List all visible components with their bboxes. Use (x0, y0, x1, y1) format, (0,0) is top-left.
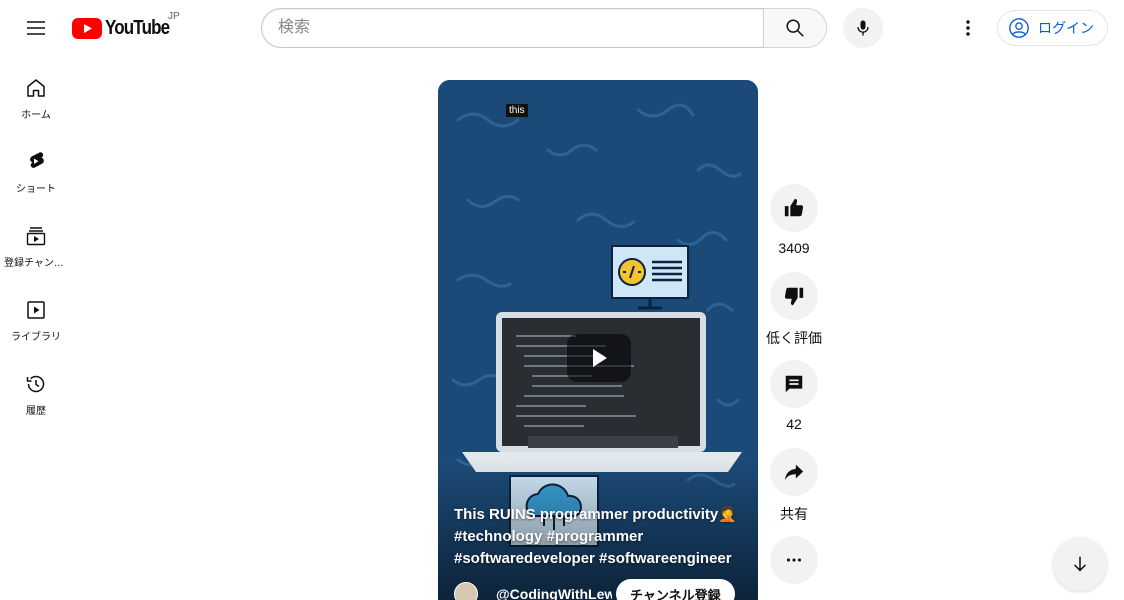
shorts-player[interactable]: this This RUINS programmer productivity🤦… (438, 80, 758, 600)
sidebar-item-label: 登録チャンネル (4, 258, 68, 269)
share-icon (784, 464, 804, 481)
share-label: 共有 (780, 506, 808, 522)
search-box (261, 8, 827, 48)
like-button[interactable] (770, 184, 818, 232)
sidebar-item-label: ショート (16, 184, 56, 195)
shorts-icon (30, 152, 44, 168)
share-button[interactable] (770, 448, 818, 496)
comment-count: 42 (786, 416, 802, 432)
login-button[interactable]: ログイン (997, 10, 1108, 46)
more-horizontal-icon (786, 558, 802, 562)
thumbs-down-icon (784, 287, 804, 306)
dislike-button[interactable] (770, 272, 818, 320)
video-title: This RUINS programmer productivity🤦 #tec… (454, 506, 737, 567)
comment-action: 42 (769, 360, 819, 432)
share-action: 共有 (769, 448, 819, 524)
youtube-logo[interactable]: YouTube (72, 13, 181, 43)
sidebar-item-subscriptions[interactable]: 登録チャンネル (0, 204, 72, 278)
sidebar-item-label: ホーム (21, 110, 51, 121)
login-label: ログイン (1038, 20, 1094, 36)
sidebar-item-history[interactable]: 履歴 (0, 352, 72, 426)
comment-icon (785, 375, 803, 393)
channel-avatar[interactable] (454, 582, 478, 600)
home-icon (27, 79, 45, 97)
search-input[interactable] (261, 8, 763, 48)
caption-tag: this (506, 104, 528, 117)
mini-guide: ホーム ショート 登録チャンネル ライブラリ 履歴 (0, 56, 72, 426)
sidebar-item-library[interactable]: ライブラリ (0, 278, 72, 352)
settings-menu-button[interactable] (948, 8, 988, 48)
sidebar-item-shorts[interactable]: ショート (0, 130, 72, 204)
sidebar-item-label: 履歴 (26, 406, 46, 417)
voice-search-button[interactable] (843, 8, 883, 48)
comments-button[interactable] (770, 360, 818, 408)
next-video-button[interactable] (1053, 537, 1107, 591)
library-icon (27, 301, 45, 319)
play-icon (593, 349, 607, 367)
subscribe-button[interactable]: チャンネル登録 (616, 579, 735, 600)
history-icon (26, 375, 45, 393)
account-icon (1009, 18, 1029, 38)
like-count: 3409 (778, 240, 810, 256)
youtube-play-logo-icon (72, 17, 102, 39)
play-button[interactable] (567, 334, 631, 382)
more-actions-button[interactable] (770, 536, 818, 584)
menu-icon[interactable] (16, 8, 56, 48)
channel-name[interactable]: @CodingWithLewis (496, 586, 612, 600)
like-action: 3409 (769, 184, 819, 256)
masthead: YouTube JP ログイン (0, 0, 1124, 56)
more-vertical-icon (966, 20, 970, 36)
logo-text: YouTube (105, 16, 170, 39)
microphone-icon (857, 20, 869, 36)
region-code: JP (168, 11, 180, 22)
thumbs-up-icon (784, 198, 804, 217)
search-button[interactable] (763, 8, 827, 48)
subscriptions-icon (26, 227, 46, 246)
search-icon (786, 19, 804, 37)
sidebar-item-label: ライブラリ (11, 332, 61, 343)
dislike-label: 低く評価 (766, 330, 822, 346)
channel-row: @CodingWithLewis チャンネル登録 (454, 579, 754, 600)
arrow-down-icon (1073, 556, 1087, 572)
dislike-action: 低く評価 (766, 272, 822, 348)
sidebar-item-home[interactable]: ホーム (0, 56, 72, 130)
more-action (769, 536, 819, 584)
